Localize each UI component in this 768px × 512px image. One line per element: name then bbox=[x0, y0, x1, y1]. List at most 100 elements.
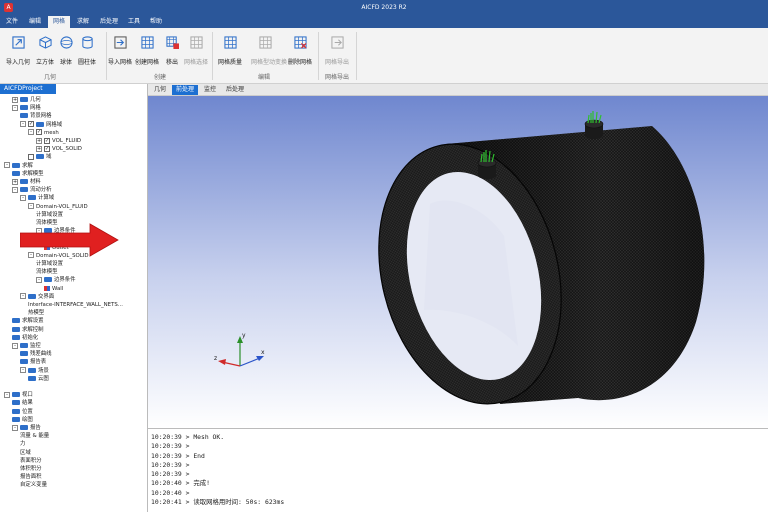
collapse-icon[interactable]: - bbox=[12, 342, 18, 349]
tree-item[interactable]: 报告表 bbox=[20, 358, 46, 366]
collapse-icon[interactable]: - bbox=[4, 162, 10, 169]
import-geometry-button[interactable]: 导入几何 bbox=[4, 36, 32, 76]
folder-icon bbox=[12, 392, 20, 398]
tree-item[interactable]: 表面积分 bbox=[20, 457, 42, 465]
tree-item[interactable]: - 边界条件 bbox=[36, 276, 76, 284]
checkbox[interactable]: ✓ bbox=[36, 129, 42, 136]
tree-item[interactable]: - 求解 bbox=[4, 162, 33, 170]
collapse-icon[interactable]: - bbox=[4, 391, 10, 398]
tree-item[interactable]: - 流动分析 bbox=[12, 186, 52, 194]
tree-item[interactable]: 求解模型 bbox=[12, 170, 44, 178]
checkbox[interactable]: ✓ bbox=[44, 137, 50, 144]
tree-item[interactable]: 求解设置 bbox=[12, 317, 44, 325]
folder-icon bbox=[20, 359, 28, 365]
tree-item[interactable]: - 网格 bbox=[12, 104, 41, 112]
ribbon-separator bbox=[212, 32, 213, 80]
tree-item[interactable]: Interface-INTERFACE_WALL_NETS... bbox=[28, 301, 123, 309]
mesh-select-button[interactable]: 网格选择 bbox=[182, 36, 210, 76]
tree-item[interactable]: 力 bbox=[20, 440, 25, 448]
tree-item[interactable]: 域 bbox=[28, 153, 51, 161]
tree-item[interactable]: 体积积分 bbox=[20, 465, 42, 473]
tree-item[interactable]: + ✓ VOL_SOLID bbox=[36, 145, 82, 153]
mesh-transform-button[interactable]: 网格型动变换 bbox=[251, 36, 287, 76]
checkbox[interactable]: ✓ bbox=[28, 121, 34, 128]
tree-item[interactable]: - 交界面 bbox=[20, 293, 54, 301]
expand-icon[interactable]: + bbox=[12, 96, 18, 103]
collapse-icon[interactable]: - bbox=[12, 186, 18, 193]
tree-item[interactable]: 残差曲线 bbox=[20, 350, 52, 358]
tree-item[interactable]: 绘图 bbox=[12, 416, 33, 424]
tree-item[interactable]: - Domain-VOL_FLUID bbox=[28, 203, 88, 211]
expand-icon[interactable]: + bbox=[36, 137, 42, 144]
tree-item-label: 计算域 bbox=[38, 195, 55, 202]
expand-icon[interactable]: + bbox=[12, 178, 18, 185]
collapse-icon[interactable]: - bbox=[20, 121, 26, 128]
tree-item[interactable]: - 报告 bbox=[12, 424, 41, 432]
collapse-icon[interactable]: - bbox=[36, 276, 42, 283]
tree-item[interactable]: - 场景 bbox=[20, 367, 49, 375]
collapse-icon[interactable]: - bbox=[12, 104, 18, 111]
menu-edit[interactable]: 编辑 bbox=[24, 16, 46, 28]
folder-icon bbox=[12, 400, 20, 406]
mesh-export-button[interactable]: 网格导出 bbox=[323, 36, 351, 76]
mesh-transform-icon bbox=[258, 36, 272, 49]
tree-item[interactable]: 流体模型 bbox=[36, 268, 58, 276]
create-mesh-button[interactable]: 创建网格 bbox=[133, 36, 161, 76]
menu-solve[interactable]: 求解 bbox=[72, 16, 94, 28]
tree-item[interactable]: - 视口 bbox=[4, 391, 33, 399]
menu-mesh[interactable]: 网格 bbox=[48, 16, 70, 28]
tree-item[interactable]: 流量 & 能量 bbox=[20, 432, 49, 440]
boundary-icon bbox=[44, 285, 50, 291]
tree-item[interactable]: 结果 bbox=[12, 399, 33, 407]
tree-item[interactable]: 初始化 bbox=[12, 334, 38, 342]
tree-item[interactable]: + 材料 bbox=[12, 178, 41, 186]
tree-item[interactable]: - ✓ 网格域 bbox=[20, 121, 62, 129]
collapse-icon[interactable]: - bbox=[20, 194, 26, 201]
project-tab[interactable]: AICFDProject bbox=[0, 84, 56, 94]
tab-postprocess[interactable]: 后处理 bbox=[222, 85, 248, 95]
tree-item[interactable]: 计算域设置 bbox=[36, 211, 63, 219]
tree-item[interactable]: 背景网格 bbox=[20, 112, 52, 120]
menu-file[interactable]: 文件 bbox=[2, 16, 22, 28]
collapse-icon[interactable]: - bbox=[28, 129, 34, 136]
ribbon-group-create: 创建 bbox=[153, 74, 166, 81]
checkbox[interactable] bbox=[28, 153, 34, 160]
tree-item[interactable]: 自定义变量 bbox=[20, 481, 47, 489]
folder-icon bbox=[28, 375, 36, 381]
collapse-icon[interactable]: - bbox=[28, 203, 34, 210]
menu-tools[interactable]: 工具 bbox=[124, 16, 144, 28]
tree-item[interactable]: 报告面积 bbox=[20, 473, 42, 481]
mesh-quality-icon bbox=[223, 36, 237, 49]
tree-item[interactable]: 云图 bbox=[28, 375, 49, 383]
tree-item[interactable]: 热模型 bbox=[28, 309, 44, 317]
collapse-icon[interactable]: - bbox=[20, 293, 26, 300]
tree-item-label: 交界面 bbox=[38, 293, 55, 300]
tree-item[interactable]: 求解控制 bbox=[12, 326, 44, 334]
tree-item[interactable]: - 计算域 bbox=[20, 194, 54, 202]
3d-viewport[interactable]: y x z bbox=[148, 96, 768, 428]
menu-postprocess[interactable]: 后处理 bbox=[96, 16, 122, 28]
tree-item-label: 监控 bbox=[30, 343, 41, 349]
tree-item[interactable]: + ✓ VOL_FLUID bbox=[36, 137, 81, 145]
delete-mesh-button[interactable]: 删除网格 bbox=[286, 36, 314, 76]
tree-item[interactable]: Wall bbox=[44, 285, 63, 293]
import-mesh-button[interactable]: 导入网格 bbox=[106, 36, 134, 76]
tree-item[interactable]: + 几何 bbox=[12, 96, 41, 104]
tab-preprocess[interactable]: 前处理 bbox=[172, 85, 199, 95]
tree-item[interactable]: 位置 bbox=[12, 408, 33, 416]
tab-monitor[interactable]: 监控 bbox=[200, 85, 220, 95]
expand-icon[interactable]: + bbox=[36, 145, 42, 152]
collapse-icon[interactable]: - bbox=[12, 424, 18, 431]
menu-help[interactable]: 帮助 bbox=[146, 16, 166, 28]
collapse-icon[interactable]: - bbox=[20, 367, 26, 374]
tree-item[interactable]: - ✓ mesh bbox=[28, 129, 59, 137]
checkbox[interactable]: ✓ bbox=[44, 145, 50, 152]
mesh-quality-button[interactable]: 网格质量 bbox=[216, 36, 244, 76]
tree-item[interactable]: 区域 bbox=[20, 449, 31, 457]
tree-item[interactable]: 计算域设置 bbox=[36, 260, 63, 268]
tree-item[interactable]: - 监控 bbox=[12, 342, 41, 350]
tab-geometry[interactable]: 几何 bbox=[150, 85, 170, 95]
pipe-mesh-model[interactable] bbox=[353, 111, 705, 423]
cylinder-button[interactable]: 圆柱体 bbox=[73, 36, 101, 76]
tree-item-label: 力 bbox=[20, 441, 26, 448]
